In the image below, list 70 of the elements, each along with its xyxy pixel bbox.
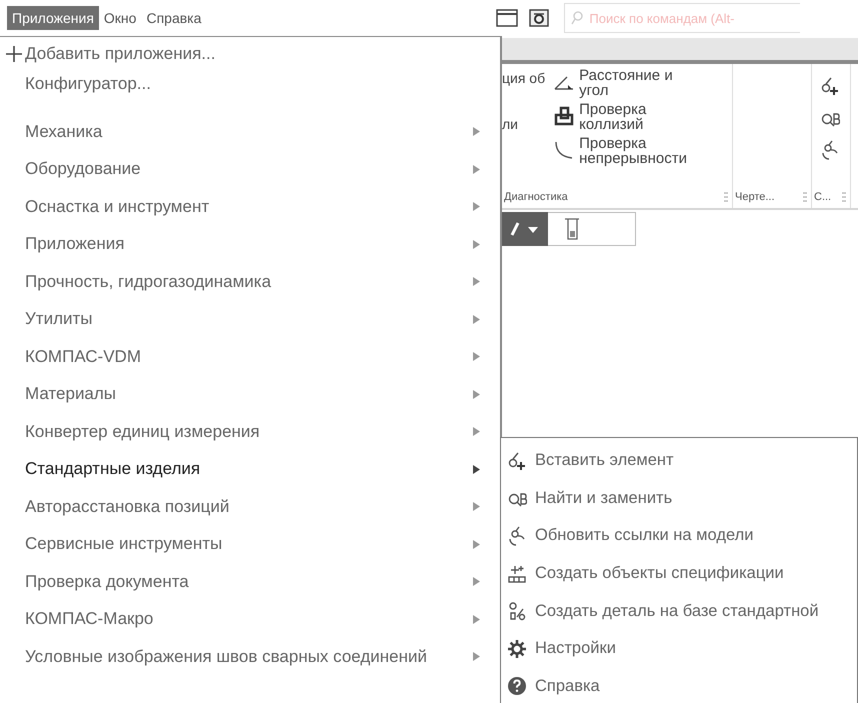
menu-item[interactable]: КОМПАС-Макро	[0, 600, 500, 638]
caret-icon	[510, 221, 540, 237]
submenu-item-label: Создать объекты спецификации	[535, 564, 784, 584]
menu-item[interactable]: Материалы	[0, 376, 500, 413]
submenu-item-label: Настройки	[535, 639, 616, 658]
submenu-arrow-icon	[473, 352, 480, 362]
submenu-arrow-icon	[473, 202, 480, 212]
submenu-arrow-icon	[473, 390, 480, 399]
ribbon-command[interactable]: Расстояние и угол	[579, 68, 673, 98]
submenu-arrow-icon	[473, 164, 480, 174]
submenu-item-label: Создать деталь на базе стандартной	[535, 602, 819, 621]
menu-item[interactable]: Сервисные инструменты	[0, 526, 500, 563]
submenu-arrow-icon	[473, 464, 480, 474]
menu-item[interactable]: Оснастка и инструмент	[0, 188, 500, 226]
plus-icon	[6, 46, 22, 62]
grip-icon[interactable]	[724, 192, 728, 202]
submenu-item[interactable]: Вставить элемент	[501, 442, 857, 480]
submenu-item-label: Справка	[535, 676, 600, 696]
drawing-tool-icon[interactable]	[564, 218, 580, 240]
menu-item[interactable]: Механика	[0, 113, 500, 150]
grip-icon[interactable]	[842, 192, 846, 202]
submenu-arrow-icon	[473, 127, 480, 136]
submenu-arrow-icon	[473, 277, 480, 286]
menu-item[interactable]: Утилиты	[0, 300, 500, 338]
ribbon-command[interactable]: Проверка коллизий	[579, 102, 646, 132]
menu-title[interactable]: Справка	[141, 6, 206, 30]
submenu-item-label: Найти и заменить	[535, 488, 672, 508]
submenu-item[interactable]: Создать деталь на базе стандартной	[501, 592, 857, 630]
submenu-arrow-icon	[473, 540, 480, 549]
insert-element-icon[interactable]	[820, 76, 840, 96]
submenu-arrow-icon	[473, 427, 480, 436]
submenu-item-label: Вставить элемент	[535, 451, 674, 470]
submenu-item[interactable]: Настройки	[501, 630, 857, 668]
search-field[interactable]: Поиск по командам (Alt-	[564, 3, 800, 33]
menu-item[interactable]: Приложения	[0, 226, 500, 263]
menu-item[interactable]: Конфигуратор...	[0, 69, 500, 99]
help-icon	[507, 676, 527, 696]
submenu-item[interactable]: Справка	[501, 668, 857, 703]
settings-icon	[507, 638, 527, 659]
submenu-arrow-icon	[473, 577, 480, 586]
menu-item[interactable]: Проверка документа	[0, 563, 500, 600]
ribbon-group-label: Черте...	[735, 191, 775, 203]
submenu-arrow-icon	[473, 614, 480, 624]
ribbon-group-label: Диагностика	[504, 191, 568, 203]
menu-item[interactable]: Добавить приложения...	[0, 39, 500, 69]
menu-title[interactable]: Приложения	[7, 6, 99, 30]
menu-item[interactable]: Оборудование	[0, 150, 500, 188]
ribbon-label: ли	[502, 116, 519, 132]
submenu-arrow-icon	[473, 240, 480, 249]
menu-item[interactable]: Условные изображения швов сварных соединений	[0, 638, 500, 676]
submenu-item-label: Обновить ссылки на модели	[535, 526, 754, 546]
ribbon-command[interactable]: Проверка непрерывности	[579, 136, 688, 166]
window-icon[interactable]	[496, 9, 518, 27]
menu-item[interactable]: Прочность, гидрогазодинамика	[0, 263, 500, 300]
ribbon-label: ция об	[502, 70, 546, 86]
insert-element-icon	[507, 450, 527, 471]
dropdown-button[interactable]	[502, 212, 548, 246]
menu-item[interactable]: Конвертер единиц измерения	[0, 413, 500, 450]
submenu-arrow-icon	[473, 652, 480, 662]
menu-item[interactable]: КОМПАС-VDM	[0, 338, 500, 376]
submenu-item[interactable]: Создать объекты спецификации	[501, 554, 857, 592]
menu-item[interactable]: Стандартные изделия	[0, 450, 500, 488]
submenu-arrow-icon	[473, 314, 480, 324]
menu-title[interactable]: Окно	[98, 6, 142, 30]
menu-item[interactable]: Авторасстановка позиций	[0, 488, 500, 526]
ribbon-group-label: С...	[814, 191, 832, 203]
submenu-item[interactable]: Обновить ссылки на модели	[501, 517, 857, 555]
submenu-item[interactable]: Найти и заменить	[501, 480, 857, 518]
submenu-arrow-icon	[473, 502, 480, 512]
grip-icon[interactable]	[803, 192, 807, 202]
